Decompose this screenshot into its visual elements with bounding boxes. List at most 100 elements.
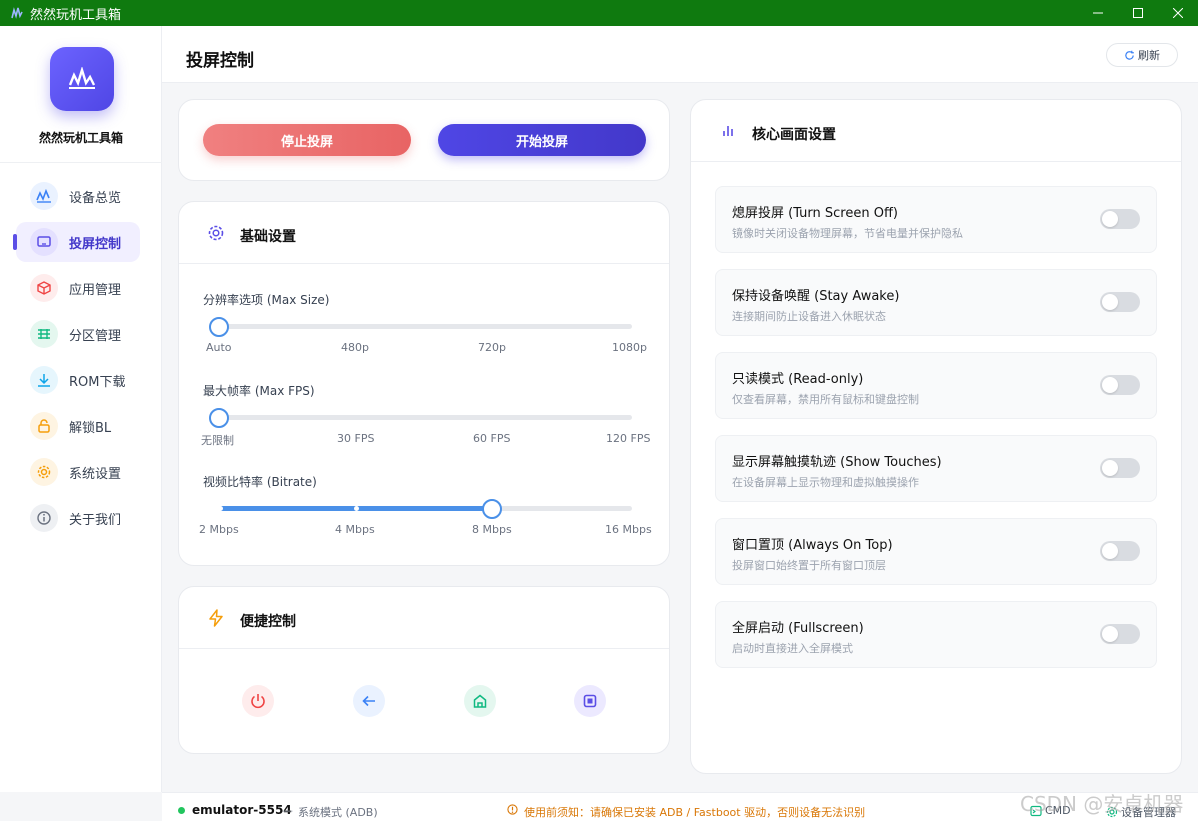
recent-apps-button[interactable] [574, 685, 606, 717]
start-cast-button[interactable]: 开始投屏 [438, 124, 646, 156]
turn-screen-off-toggle[interactable] [1100, 209, 1140, 229]
sidebar-item-apps[interactable]: 应用管理 [16, 268, 140, 308]
fullscreen-toggle[interactable] [1100, 624, 1140, 644]
sidebar-divider [0, 162, 162, 163]
info-icon [30, 504, 58, 532]
quick-controls-card: 便捷控制 [178, 586, 670, 754]
sidebar-item-label: 设备总览 [69, 190, 122, 206]
refresh-button[interactable]: 刷新 [1106, 43, 1178, 67]
back-button[interactable] [353, 685, 385, 717]
setting-description: 投屏窗口始终置于所有窗口顶层 [732, 559, 886, 572]
setting-show-touches: 显示屏幕触摸轨迹 (Show Touches) 在设备屏幕上显示物理和虚拟触摸操… [715, 435, 1157, 502]
minimize-button[interactable] [1078, 0, 1118, 26]
setting-turn-screen-off: 熄屏投屏 (Turn Screen Off) 镜像时关闭设备物理屏幕，节省电量并… [715, 186, 1157, 253]
sidebar-item-settings[interactable]: 系统设置 [16, 452, 140, 492]
close-button[interactable] [1158, 0, 1198, 26]
close-icon [1173, 8, 1183, 18]
bitrate-step-dot [218, 506, 223, 511]
refresh-label: 刷新 [1138, 49, 1160, 62]
power-icon [251, 694, 265, 709]
recent-apps-icon [583, 694, 597, 708]
status-separator: — [282, 804, 293, 817]
sidebar-item-rom-download[interactable]: ROM下载 [16, 360, 140, 400]
partition-icon [30, 320, 58, 348]
resolution-slider-thumb[interactable] [209, 317, 229, 337]
lightning-icon [209, 609, 223, 627]
gear-icon [30, 458, 58, 486]
setting-description: 启动时直接进入全屏模式 [732, 642, 853, 655]
sidebar-item-overview[interactable]: 设备总览 [16, 176, 140, 216]
bars-icon [723, 126, 733, 136]
sidebar-item-label: ROM下载 [69, 374, 126, 390]
setting-stay-awake: 保持设备唤醒 (Stay Awake) 连接期间防止设备进入休眠状态 [715, 269, 1157, 336]
window-title: 然然玩机工具箱 [30, 7, 122, 23]
chart-icon [30, 182, 58, 210]
fps-slider-thumb[interactable] [209, 408, 229, 428]
gear-icon [208, 225, 224, 241]
sidebar-item-screen-cast[interactable]: 投屏控制 [13, 222, 140, 262]
fps-tick-label: 无限制 [201, 434, 234, 447]
sidebar-item-label: 解锁BL [69, 420, 112, 436]
resolution-tick-label: 480p [341, 341, 369, 354]
bitrate-tick-label: 8 Mbps [472, 523, 512, 536]
power-button[interactable] [242, 685, 274, 717]
setting-title: 只读模式 (Read-only) [732, 372, 864, 387]
sidebar-item-unlock-bl[interactable]: 解锁BL [16, 406, 140, 446]
fps-label: 最大帧率 (Max FPS) [203, 384, 315, 398]
setting-always-on-top: 窗口置顶 (Always On Top) 投屏窗口始终置于所有窗口顶层 [715, 518, 1157, 585]
minimize-icon [1093, 12, 1103, 14]
app-icon [11, 7, 23, 19]
sidebar-item-partitions[interactable]: 分区管理 [16, 314, 140, 354]
core-settings-card: 核心画面设置 熄屏投屏 (Turn Screen Off) 镜像时关闭设备物理屏… [690, 99, 1182, 774]
refresh-icon [1125, 50, 1134, 60]
basic-settings-card: 基础设置 分辨率选项 (Max Size) Auto 480p 720p 108… [178, 201, 670, 566]
read-only-toggle[interactable] [1100, 375, 1140, 395]
maximize-button[interactable] [1118, 0, 1158, 26]
app-logo [50, 47, 114, 111]
bitrate-tick-label: 16 Mbps [605, 523, 652, 536]
sidebar-item-label: 关于我们 [69, 512, 122, 528]
bitrate-step-dot [354, 506, 359, 511]
fps-tick-label: 60 FPS [473, 432, 511, 445]
driver-notice: 使用前须知：请确保已安装 ADB / Fastboot 驱动，否则设备无法识别 [524, 806, 866, 819]
basic-settings-header: 基础设置 [179, 202, 669, 264]
sidebar-app-name: 然然玩机工具箱 [38, 131, 123, 145]
setting-description: 镜像时关闭设备物理屏幕，节省电量并保护隐私 [732, 227, 963, 240]
back-arrow-icon [362, 695, 375, 707]
bitrate-tick-label: 4 Mbps [335, 523, 375, 536]
quick-controls-header: 便捷控制 [179, 587, 669, 649]
monitor-icon [30, 228, 58, 256]
title-bar: 然然玩机工具箱 [0, 0, 1198, 26]
page-header: 投屏控制 刷新 [162, 26, 1198, 83]
basic-settings-title: 基础设置 [240, 229, 296, 245]
cast-actions-card: 停止投屏 开始投屏 [178, 99, 670, 181]
stop-cast-button[interactable]: 停止投屏 [203, 124, 411, 156]
setting-title: 窗口置顶 (Always On Top) [732, 538, 893, 553]
bitrate-slider-thumb[interactable] [482, 499, 502, 519]
maximize-icon [1133, 8, 1143, 18]
cube-icon [30, 274, 58, 302]
home-icon [473, 694, 487, 708]
core-settings-header: 核心画面设置 [691, 100, 1181, 162]
setting-description: 仅查看屏幕，禁用所有鼠标和键盘控制 [732, 393, 919, 406]
fps-slider[interactable] [219, 415, 632, 420]
fps-tick-label: 30 FPS [337, 432, 375, 445]
sidebar-item-label: 系统设置 [69, 466, 122, 482]
always-on-top-toggle[interactable] [1100, 541, 1140, 561]
bitrate-slider[interactable] [218, 506, 632, 511]
stay-awake-toggle[interactable] [1100, 292, 1140, 312]
warning-icon [507, 804, 518, 815]
setting-fullscreen: 全屏启动 (Fullscreen) 启动时直接进入全屏模式 [715, 601, 1157, 668]
resolution-tick-label: 1080p [612, 341, 647, 354]
core-settings-title: 核心画面设置 [752, 127, 836, 143]
watermark: CSDN @安卓机器 [1020, 792, 1184, 816]
setting-title: 全屏启动 (Fullscreen) [732, 621, 864, 636]
fps-tick-label: 120 FPS [606, 432, 651, 445]
device-mode: 系统模式 (ADB) [298, 806, 378, 819]
download-icon [30, 366, 58, 394]
resolution-slider[interactable] [219, 324, 632, 329]
sidebar-item-about[interactable]: 关于我们 [16, 498, 140, 538]
home-button[interactable] [464, 685, 496, 717]
setting-description: 在设备屏幕上显示物理和虚拟触摸操作 [732, 476, 919, 489]
show-touches-toggle[interactable] [1100, 458, 1140, 478]
